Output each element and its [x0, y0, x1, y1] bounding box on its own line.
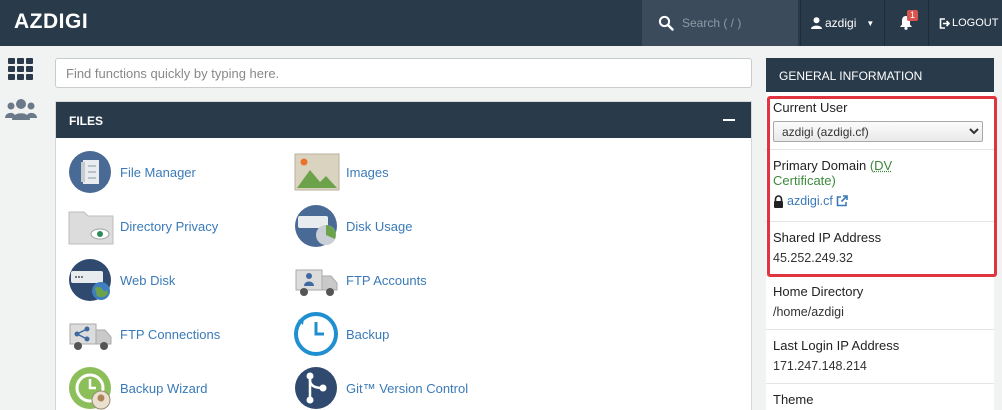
lock-icon — [773, 195, 784, 208]
current-user-label: Current User — [773, 100, 987, 115]
logout-label: LOGOUT — [952, 17, 998, 29]
search-icon — [658, 15, 674, 31]
directory-privacy-icon — [68, 204, 114, 248]
files-panel: FILES File Manager Images Directory Priv… — [55, 101, 752, 410]
file-manager-label: File Manager — [120, 165, 196, 180]
collapse-icon[interactable] — [723, 119, 735, 121]
disk-usage-link[interactable]: Disk Usage — [294, 204, 412, 248]
last-login-label: Last Login IP Address — [773, 338, 987, 353]
disk-usage-label: Disk Usage — [346, 219, 412, 234]
shared-ip-section: Shared IP Address 45.252.249.32 — [766, 222, 994, 276]
brand-logo[interactable]: AZDIGI — [14, 10, 88, 34]
dv-label[interactable]: DV — [874, 158, 892, 173]
files-panel-title: FILES — [69, 114, 103, 128]
user-menu[interactable]: azdigi ▼ — [800, 0, 883, 46]
web-disk-icon — [68, 258, 114, 302]
grid-icon[interactable] — [8, 58, 34, 80]
home-directory-section: Home Directory /home/azdigi — [766, 276, 994, 330]
primary-domain-label: Primary Domain — [773, 158, 866, 173]
global-search[interactable] — [642, 0, 798, 46]
top-navbar: AZDIGI azdigi ▼ 1 LOGOUT — [0, 0, 1002, 46]
user-icon — [811, 17, 822, 29]
web-disk-link[interactable]: Web Disk — [68, 258, 175, 302]
general-info-title: GENERAL INFORMATION — [766, 58, 994, 92]
logout-icon — [939, 18, 950, 29]
directory-privacy-label: Directory Privacy — [120, 219, 218, 234]
file-manager-icon — [68, 150, 114, 194]
global-search-input[interactable] — [682, 14, 788, 32]
git-icon — [294, 366, 340, 410]
ftp-connections-link[interactable]: FTP Connections — [68, 312, 220, 356]
chevron-down-icon: ▼ — [866, 19, 874, 28]
logout-button[interactable]: LOGOUT — [928, 0, 1002, 46]
ftp-accounts-link[interactable]: FTP Accounts — [294, 258, 427, 302]
backup-icon — [294, 312, 340, 356]
directory-privacy-link[interactable]: Directory Privacy — [68, 204, 218, 248]
ftp-connections-label: FTP Connections — [120, 327, 220, 342]
backup-link[interactable]: Backup — [294, 312, 389, 356]
home-directory-label: Home Directory — [773, 284, 987, 299]
notification-badge: 1 — [907, 10, 918, 21]
primary-domain-heading: Primary Domain (DV Certificate) — [773, 158, 987, 188]
web-disk-label: Web Disk — [120, 273, 175, 288]
primary-domain-value: azdigi.cf — [787, 194, 833, 208]
shared-ip-value: 45.252.249.32 — [773, 251, 987, 265]
last-login-section: Last Login IP Address 171.247.148.214 — [766, 330, 994, 384]
backup-wizard-icon — [68, 366, 114, 410]
git-version-control-link[interactable]: Git™ Version Control — [294, 366, 468, 410]
notifications-button[interactable]: 1 — [884, 0, 928, 46]
images-label: Images — [346, 165, 389, 180]
external-link-icon — [836, 195, 848, 207]
shared-ip-label: Shared IP Address — [773, 230, 987, 245]
ftp-accounts-icon — [294, 258, 340, 302]
ftp-connections-icon — [68, 312, 114, 356]
home-directory-value: /home/azdigi — [773, 305, 987, 319]
primary-domain-section: Primary Domain (DV Certificate) azdigi.c… — [766, 150, 994, 222]
last-login-value: 171.247.148.214 — [773, 359, 987, 373]
left-rail — [0, 46, 42, 410]
theme-section: Theme — [766, 384, 994, 410]
primary-domain-link[interactable]: azdigi.cf — [773, 194, 987, 208]
current-user-select[interactable]: azdigi (azdigi.cf) — [773, 121, 983, 142]
certificate-label: Certificate) — [773, 173, 836, 188]
backup-wizard-link[interactable]: Backup Wizard — [68, 366, 207, 410]
files-panel-header[interactable]: FILES — [56, 102, 751, 138]
current-user-section: Current User azdigi (azdigi.cf) — [766, 92, 994, 150]
theme-label: Theme — [773, 392, 987, 407]
images-link[interactable]: Images — [294, 150, 389, 194]
backup-label: Backup — [346, 327, 389, 342]
file-manager-link[interactable]: File Manager — [68, 150, 196, 194]
general-info-panel: GENERAL INFORMATION Current User azdigi … — [766, 58, 994, 410]
images-icon — [294, 150, 340, 194]
git-version-control-label: Git™ Version Control — [346, 381, 468, 396]
users-icon[interactable] — [5, 98, 37, 120]
disk-usage-icon — [294, 204, 340, 248]
ftp-accounts-label: FTP Accounts — [346, 273, 427, 288]
quick-search-input[interactable] — [55, 58, 752, 88]
backup-wizard-label: Backup Wizard — [120, 381, 207, 396]
username-label: azdigi — [825, 16, 856, 30]
